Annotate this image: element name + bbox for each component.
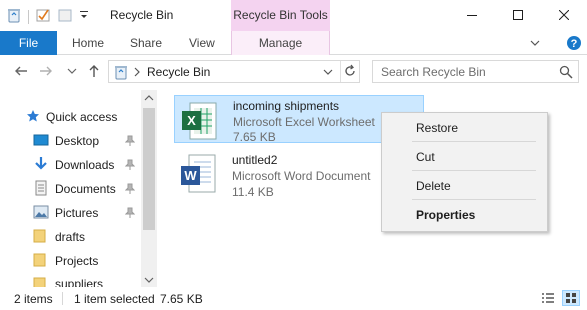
pin-icon[interactable] bbox=[124, 207, 136, 222]
folder-icon bbox=[33, 253, 49, 270]
search-input[interactable]: Search Recycle Bin bbox=[372, 60, 579, 83]
documents-icon bbox=[33, 180, 49, 199]
pin-icon[interactable] bbox=[124, 183, 136, 198]
scrollbar-thumb[interactable] bbox=[143, 108, 155, 230]
forward-button[interactable] bbox=[37, 63, 55, 81]
tab-home[interactable]: Home bbox=[72, 31, 104, 55]
chevron-right-icon[interactable] bbox=[133, 66, 141, 80]
recycle-bin-icon bbox=[113, 64, 129, 83]
sidebar-item-desktop[interactable]: Desktop bbox=[33, 130, 99, 152]
new-folder-icon[interactable] bbox=[57, 7, 73, 26]
sidebar-item-label: Projects bbox=[55, 254, 99, 268]
up-button[interactable] bbox=[85, 63, 103, 81]
recycle-bin-icon bbox=[6, 7, 22, 26]
sidebar-item-pictures[interactable]: Pictures bbox=[33, 202, 98, 224]
chevron-down-icon[interactable] bbox=[79, 7, 89, 26]
file-name: incoming shipments bbox=[233, 99, 340, 113]
file-type: Microsoft Word Document bbox=[232, 169, 371, 183]
pictures-icon bbox=[33, 205, 49, 222]
file-name: untitled2 bbox=[232, 153, 278, 167]
tiles-view-icon bbox=[565, 292, 577, 307]
pin-icon[interactable] bbox=[124, 159, 136, 174]
download-icon bbox=[33, 156, 49, 175]
address-bar[interactable]: Recycle Bin bbox=[108, 60, 360, 83]
selection-count: 1 item selected bbox=[74, 292, 155, 306]
maximize-icon bbox=[513, 9, 523, 23]
up-arrow-icon bbox=[87, 64, 101, 81]
file-size: 7.65 KB bbox=[233, 130, 276, 144]
tab-share[interactable]: Share bbox=[130, 31, 162, 55]
excel-icon: X bbox=[181, 102, 217, 143]
sidebar-item-suppliers[interactable]: suppliers bbox=[33, 274, 103, 287]
menu-item-cut[interactable]: Cut bbox=[416, 150, 435, 164]
menu-divider bbox=[412, 141, 536, 142]
search-placeholder: Search Recycle Bin bbox=[381, 65, 486, 79]
refresh-icon[interactable] bbox=[343, 64, 357, 81]
sidebar-item-label: Downloads bbox=[55, 158, 115, 172]
sidebar-item-drafts[interactable]: drafts bbox=[33, 226, 85, 248]
tab-file[interactable]: File bbox=[0, 31, 57, 55]
sidebar-item-documents[interactable]: Documents bbox=[33, 178, 116, 200]
close-button[interactable] bbox=[541, 0, 587, 31]
back-arrow-icon bbox=[14, 64, 28, 81]
title-bar: Recycle Bin Recycle Bin Tools bbox=[0, 0, 587, 31]
search-icon bbox=[559, 65, 573, 82]
svg-text:X: X bbox=[187, 113, 196, 128]
contextual-tab-header: Recycle Bin Tools bbox=[231, 0, 330, 31]
chevron-down-icon bbox=[67, 65, 77, 79]
sidebar-item-label: suppliers bbox=[55, 277, 104, 287]
sidebar-item-label: Documents bbox=[55, 182, 116, 196]
ribbon-tabs: File Home Share View Manage ? bbox=[0, 31, 587, 55]
star-icon bbox=[26, 109, 40, 126]
chevron-down-icon[interactable] bbox=[530, 35, 540, 54]
minimize-icon bbox=[467, 9, 477, 23]
desktop-icon bbox=[33, 133, 49, 150]
sidebar-item-label: Desktop bbox=[55, 134, 100, 148]
folder-icon bbox=[33, 229, 49, 246]
tab-manage[interactable]: Manage bbox=[231, 31, 330, 55]
menu-item-restore[interactable]: Restore bbox=[416, 121, 458, 135]
chevron-down-icon[interactable] bbox=[144, 274, 154, 288]
sidebar-item-quick-access[interactable]: Quick access bbox=[26, 106, 117, 128]
chevron-down-icon[interactable] bbox=[323, 66, 333, 80]
item-count: 2 items bbox=[14, 292, 53, 306]
menu-item-properties[interactable]: Properties bbox=[416, 208, 475, 222]
tab-view[interactable]: View bbox=[189, 31, 215, 55]
pin-icon[interactable] bbox=[124, 135, 136, 150]
back-button[interactable] bbox=[12, 63, 30, 81]
selection-size: 7.65 KB bbox=[160, 292, 203, 306]
quick-access-toolbar bbox=[6, 7, 89, 26]
sidebar-item-label: Quick access bbox=[46, 110, 118, 124]
sidebar-item-downloads[interactable]: Downloads bbox=[33, 154, 114, 176]
file-size: 11.4 KB bbox=[232, 185, 274, 199]
svg-text:W: W bbox=[184, 168, 197, 183]
sidebar-item-label: Pictures bbox=[55, 206, 99, 220]
properties-icon[interactable] bbox=[35, 7, 51, 26]
menu-divider bbox=[412, 199, 536, 200]
svg-text:?: ? bbox=[571, 38, 578, 50]
forward-arrow-icon bbox=[39, 64, 53, 81]
context-menu: Restore Cut Delete Properties bbox=[381, 112, 548, 232]
address-path[interactable]: Recycle Bin bbox=[147, 65, 210, 79]
recent-locations-button[interactable] bbox=[63, 63, 81, 81]
sidebar-item-projects[interactable]: Projects bbox=[33, 250, 98, 272]
file-type: Microsoft Excel Worksheet bbox=[233, 115, 375, 129]
minimize-button[interactable] bbox=[449, 0, 495, 31]
maximize-button[interactable] bbox=[495, 0, 541, 31]
menu-divider bbox=[412, 170, 536, 171]
word-icon: W bbox=[180, 154, 216, 197]
close-icon bbox=[558, 9, 570, 23]
navigation-pane: Quick access Desktop Downloads Documents… bbox=[0, 90, 160, 287]
large-icons-view-button[interactable] bbox=[562, 290, 580, 306]
menu-item-delete[interactable]: Delete bbox=[416, 179, 451, 193]
help-icon[interactable]: ? bbox=[566, 35, 582, 54]
folder-icon bbox=[33, 277, 49, 287]
chevron-up-icon[interactable] bbox=[144, 92, 154, 106]
status-bar: 2 items 1 item selected 7.65 KB bbox=[0, 287, 587, 310]
window-title: Recycle Bin bbox=[110, 8, 174, 22]
details-view-icon[interactable] bbox=[541, 292, 555, 307]
sidebar-item-label: drafts bbox=[55, 230, 86, 244]
